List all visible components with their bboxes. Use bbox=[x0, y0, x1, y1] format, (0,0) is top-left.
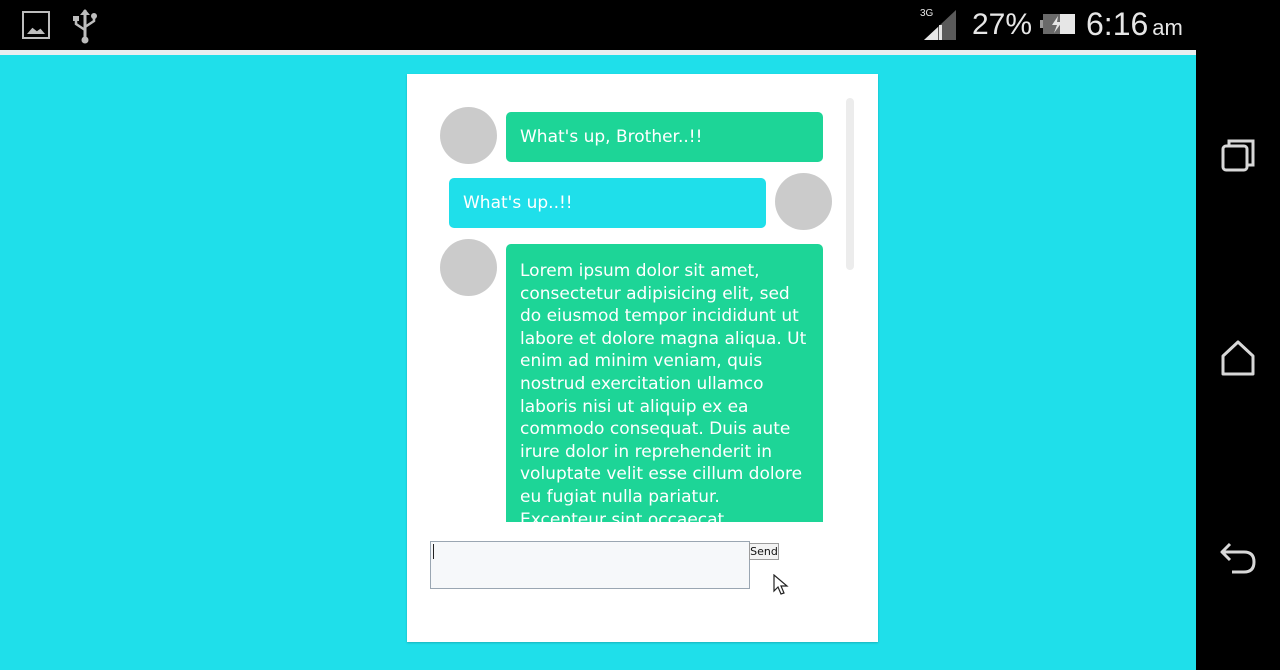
app-screen: 3G 27% 6:16 am What's up, Brother..!! Wha… bbox=[0, 0, 1196, 670]
avatar bbox=[440, 239, 497, 296]
message-bubble-received: What's up, Brother..!! bbox=[506, 112, 823, 162]
message-bubble-sent: What's up..!! bbox=[449, 178, 766, 228]
chat-panel: What's up, Brother..!! What's up..!! Lor… bbox=[407, 74, 878, 642]
clock-time: 6:16 bbox=[1086, 6, 1149, 42]
avatar bbox=[775, 173, 832, 230]
navigation-bar bbox=[1196, 0, 1280, 670]
clock: 6:16 am bbox=[1086, 6, 1183, 43]
message-input[interactable] bbox=[430, 541, 750, 589]
battery-percent: 27% bbox=[972, 8, 1033, 41]
send-button[interactable]: Send bbox=[749, 543, 779, 560]
status-bar: 3G 27% 6:16 am bbox=[0, 0, 1196, 50]
network-type-label: 3G bbox=[920, 8, 934, 19]
usb-icon bbox=[73, 9, 97, 44]
avatar bbox=[440, 107, 497, 164]
message-list[interactable]: What's up, Brother..!! What's up..!! Lor… bbox=[407, 74, 878, 522]
status-bar-divider bbox=[0, 50, 1196, 55]
clock-ampm: am bbox=[1152, 15, 1183, 40]
back-icon[interactable] bbox=[1218, 538, 1258, 578]
message-bubble-received: Lorem ipsum dolor sit amet, consectetur … bbox=[506, 244, 823, 522]
battery-icon bbox=[1040, 14, 1075, 34]
gallery-icon bbox=[22, 11, 50, 39]
mouse-pointer-icon bbox=[773, 574, 789, 595]
recents-icon[interactable] bbox=[1218, 136, 1258, 176]
signal-icon: 3G bbox=[920, 8, 956, 40]
text-caret bbox=[433, 544, 434, 559]
home-icon[interactable] bbox=[1218, 338, 1258, 378]
message-list-scrollbar[interactable] bbox=[846, 98, 854, 270]
